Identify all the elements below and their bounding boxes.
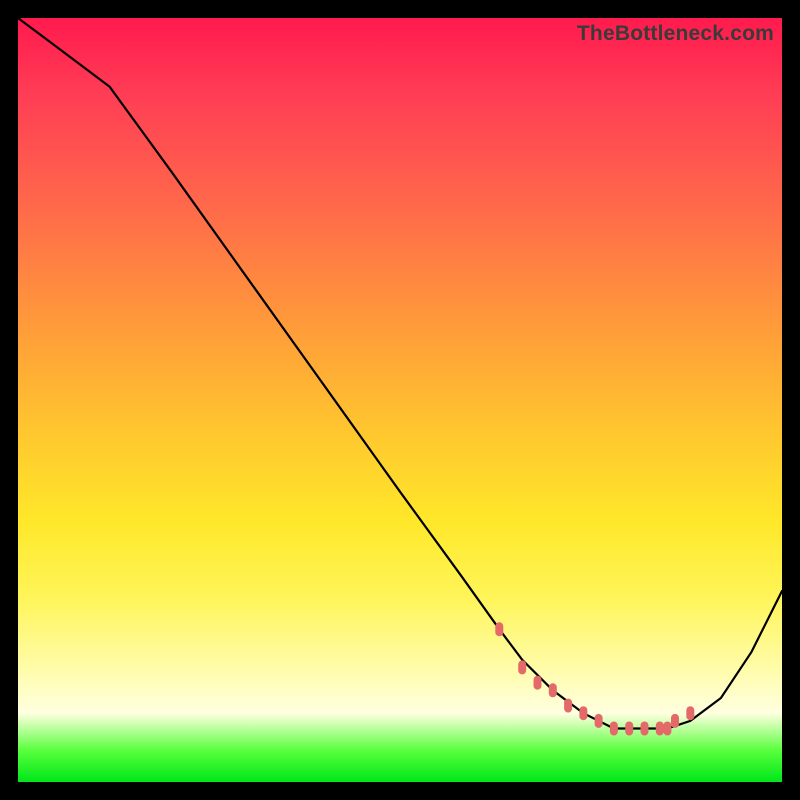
chart-svg [18,18,782,782]
marker-dot [534,676,542,690]
marker-dot [641,722,649,736]
chart-frame: TheBottleneck.com [18,18,782,782]
optimal-range-markers [495,622,694,735]
marker-dot [518,660,526,674]
bottleneck-curve-line [18,18,782,729]
marker-dot [610,722,618,736]
marker-dot [656,722,664,736]
plot-area: TheBottleneck.com [18,18,782,782]
marker-dot [579,706,587,720]
marker-dot [686,706,694,720]
marker-dot [549,683,557,697]
marker-dot [671,714,679,728]
marker-dot [564,699,572,713]
marker-dot [495,622,503,636]
marker-dot [595,714,603,728]
marker-dot [663,722,671,736]
marker-dot [625,722,633,736]
